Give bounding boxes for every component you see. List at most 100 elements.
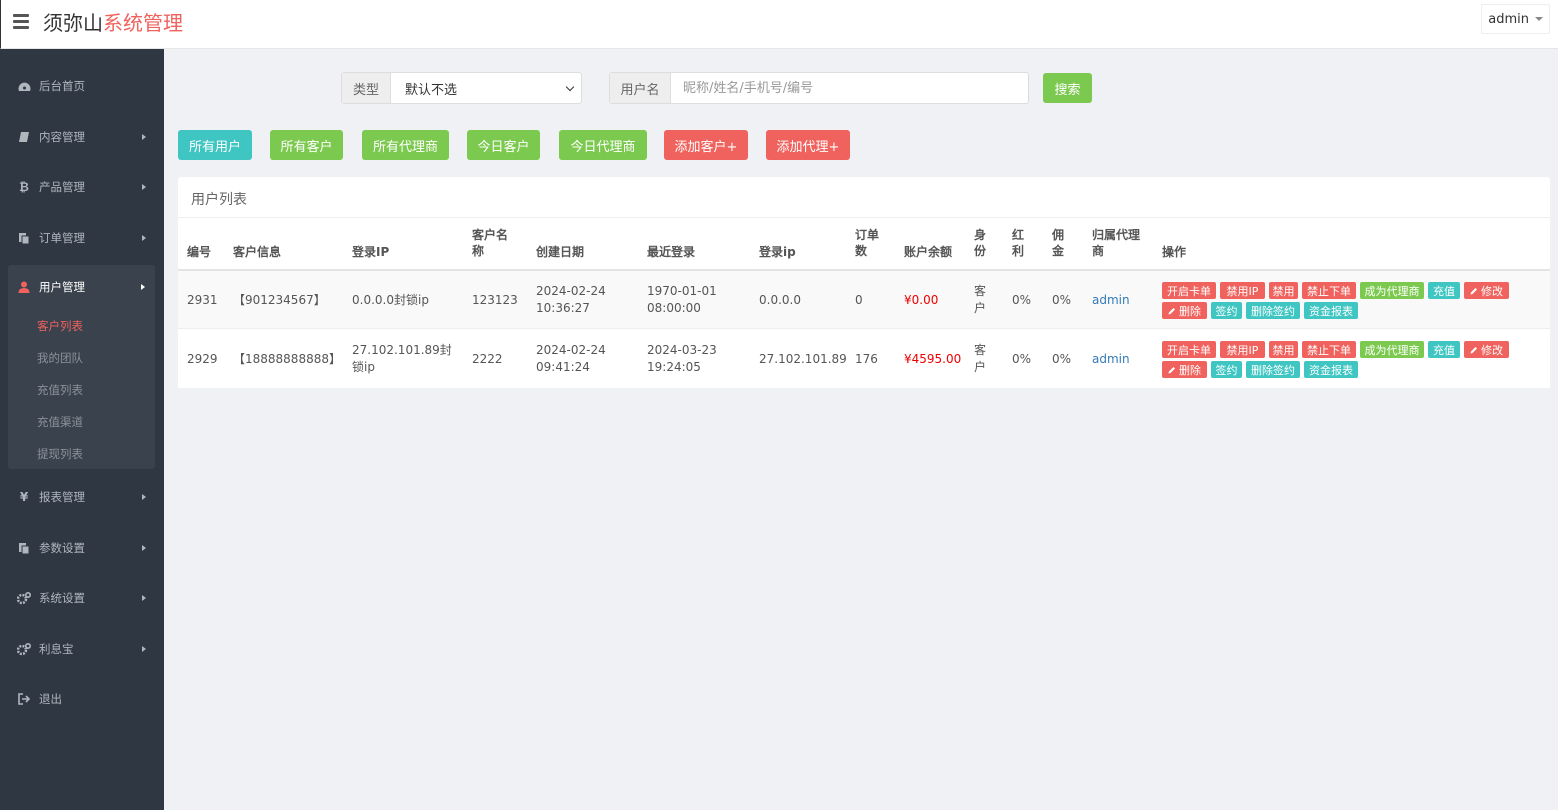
caret-right-icon	[142, 646, 146, 652]
caret-right-icon	[142, 595, 146, 601]
delete-contract-button[interactable]: 删除签约	[1246, 361, 1300, 378]
sub-item-recharge-channel[interactable]: 充值渠道	[37, 414, 83, 430]
cell-ip: 27.102.101.89	[759, 352, 847, 366]
become-agent-button[interactable]: 成为代理商	[1360, 282, 1424, 299]
today-customers-button[interactable]: 今日客户	[467, 130, 540, 160]
recharge-button[interactable]: 充值	[1428, 282, 1460, 299]
col-header-balance: 账户余额	[904, 245, 953, 259]
username-label: 用户名	[610, 73, 671, 103]
delete-button[interactable]: 删除	[1162, 302, 1207, 319]
forbid-order-button[interactable]: 禁止下单	[1302, 282, 1356, 299]
delete-label: 删除	[1179, 363, 1201, 377]
ban-ip-button[interactable]: 禁用IP	[1220, 282, 1265, 299]
all-customers-button[interactable]: 所有客户	[270, 130, 343, 160]
cell-orders: 0	[855, 293, 863, 307]
col-header-id: 编号	[187, 245, 212, 259]
caret-right-icon	[142, 494, 146, 500]
today-agents-button[interactable]: 今日代理商	[559, 130, 647, 160]
panel-title: 用户列表	[191, 192, 247, 208]
add-agent-button[interactable]: 添加代理+	[766, 130, 850, 160]
cell-agent-link[interactable]: admin	[1092, 292, 1130, 309]
copy-icon	[17, 231, 31, 245]
fund-report-button[interactable]: 资金报表	[1304, 302, 1358, 319]
col-header-last-login: 最近登录	[647, 245, 696, 259]
book-icon	[17, 130, 31, 144]
add-customer-button[interactable]: 添加客户+	[664, 130, 748, 160]
caret-right-icon	[142, 545, 146, 551]
delete-contract-button[interactable]: 删除签约	[1246, 302, 1300, 319]
col-header-orders: 订单数	[855, 228, 880, 258]
enable-card-order-button[interactable]: 开启卡单	[1162, 341, 1216, 358]
col-header-commission: 佣金	[1052, 228, 1065, 258]
all-users-button[interactable]: 所有用户	[178, 130, 252, 160]
pencil-icon	[1470, 287, 1477, 294]
sub-item-customer-list[interactable]: 客户列表	[37, 318, 83, 334]
type-select[interactable]: 默认不选	[391, 73, 581, 103]
yen-icon: ¥	[19, 490, 29, 504]
edit-button[interactable]: 修改	[1464, 341, 1509, 358]
all-agents-button[interactable]: 所有代理商	[362, 130, 449, 160]
hamburger-menu-icon[interactable]	[13, 14, 29, 29]
enable-card-order-button[interactable]: 开启卡单	[1162, 282, 1216, 299]
cell-commission: 0%	[1052, 352, 1072, 366]
pencil-icon	[1470, 346, 1477, 353]
sidebar-item-orders[interactable]: 订单管理	[0, 220, 164, 256]
ban-ip-button[interactable]: 禁用IP	[1220, 341, 1265, 358]
table-row: 2929 【18888888888】 27.102.101.89封锁ip 222…	[178, 330, 1550, 388]
username-search-group: 用户名	[609, 72, 1029, 104]
sub-item-recharge-list[interactable]: 充值列表	[37, 382, 83, 398]
cell-last-login: 1970-01-01 08:00:00	[647, 284, 717, 315]
brand-subtitle: 系统管理	[103, 11, 183, 35]
col-header-login-ip: 登录IP	[352, 245, 390, 259]
cell-balance: ¥4595.00	[904, 352, 962, 366]
col-header-role: 身份	[974, 228, 987, 258]
cell-agent-link[interactable]: admin	[1092, 351, 1130, 368]
sidebar-item-params[interactable]: 参数设置	[0, 530, 164, 566]
cell-role: 客户	[974, 343, 987, 374]
brand-title: 须弥山系统管理	[43, 11, 183, 35]
become-agent-button[interactable]: 成为代理商	[1360, 341, 1424, 358]
sub-item-my-team[interactable]: 我的团队	[37, 350, 83, 366]
disable-button[interactable]: 禁用	[1269, 282, 1298, 299]
copy-icon	[17, 541, 31, 555]
cell-commission: 0%	[1052, 293, 1072, 307]
cell-orders: 176	[855, 352, 878, 366]
sidebar-item-system[interactable]: 系统设置	[0, 580, 164, 616]
cell-ip: 0.0.0.0	[759, 293, 801, 307]
sidebar-item-reports[interactable]: ¥ 报表管理	[0, 479, 164, 515]
disable-button[interactable]: 禁用	[1269, 341, 1298, 358]
sidebar-item-users[interactable]: 用户管理	[8, 269, 155, 305]
type-filter-group: 类型 默认不选	[341, 72, 582, 104]
caret-right-icon	[142, 184, 146, 190]
sidebar-item-dashboard[interactable]: 后台首页	[0, 68, 164, 104]
forbid-order-button[interactable]: 禁止下单	[1302, 341, 1356, 358]
sidebar: 后台首页 内容管理 ₿ 产品管理 订单管理 用户管理 客户列表 我的团队 充值列…	[0, 49, 164, 810]
type-label: 类型	[342, 73, 391, 103]
sidebar-item-products[interactable]: ₿ 产品管理	[0, 169, 164, 205]
cell-name: 2222	[472, 352, 503, 366]
user-dropdown[interactable]: admin	[1481, 4, 1550, 34]
top-bar: 须弥山系统管理 admin	[0, 0, 1558, 49]
sidebar-item-label: 利息宝	[39, 642, 74, 656]
sidebar-item-label: 产品管理	[39, 180, 85, 194]
recharge-button[interactable]: 充值	[1428, 341, 1460, 358]
fund-report-button[interactable]: 资金报表	[1304, 361, 1358, 378]
cell-bonus: 0%	[1012, 352, 1032, 366]
cell-name: 123123	[472, 293, 518, 307]
sidebar-item-content[interactable]: 内容管理	[0, 119, 164, 155]
col-header-info: 客户信息	[233, 245, 282, 259]
pencil-icon	[1168, 307, 1175, 314]
cell-role: 客户	[974, 284, 987, 315]
search-button[interactable]: 搜索	[1043, 73, 1092, 103]
sign-contract-button[interactable]: 签约	[1211, 361, 1242, 378]
delete-button[interactable]: 删除	[1162, 361, 1207, 378]
brand-name: 须弥山	[43, 11, 103, 35]
sign-contract-button[interactable]: 签约	[1211, 302, 1242, 319]
cell-created: 2024-02-24 10:36:27	[536, 284, 606, 315]
edit-button[interactable]: 修改	[1464, 282, 1509, 299]
sidebar-item-interest[interactable]: 利息宝	[0, 631, 164, 667]
divider	[178, 217, 1550, 218]
username-search-input[interactable]	[671, 73, 1028, 103]
sidebar-item-logout[interactable]: 退出	[0, 681, 164, 717]
sub-item-withdraw-list[interactable]: 提现列表	[37, 446, 83, 462]
